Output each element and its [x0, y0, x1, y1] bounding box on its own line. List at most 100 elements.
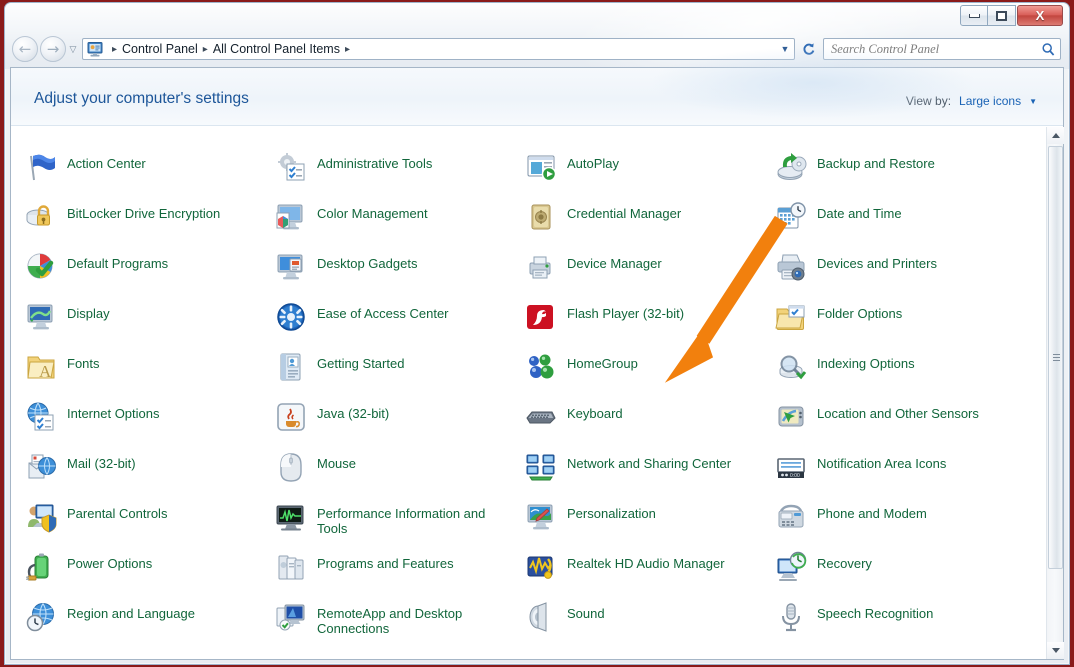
- forward-button[interactable]: →: [40, 36, 66, 62]
- cp-item-label: Recovery: [817, 556, 872, 571]
- cp-item-date-and-time[interactable]: Date and Time: [775, 199, 1045, 249]
- cp-item-backup-and-restore[interactable]: Backup and Restore: [775, 149, 1045, 199]
- cp-item-device-manager[interactable]: Device Manager: [525, 249, 775, 299]
- phone-modem-icon: [775, 501, 807, 533]
- chevron-down-icon[interactable]: ▼: [1029, 97, 1037, 106]
- back-button[interactable]: ←: [12, 36, 38, 62]
- keyboard-icon: [525, 401, 557, 433]
- breadcrumb-separator-0: ▸: [112, 43, 118, 55]
- cp-item-label: Default Programs: [67, 256, 169, 271]
- cp-item-parental-controls[interactable]: Parental Controls: [25, 499, 275, 549]
- remoteapp-icon: [275, 601, 307, 633]
- maximize-button[interactable]: [988, 5, 1016, 26]
- control-panel-window: X ← → ▽ ▸ Control Panel ▸ All Control Pa…: [4, 2, 1070, 665]
- cp-item-credential-manager[interactable]: Credential Manager: [525, 199, 775, 249]
- cp-item-location-and-other-sensors[interactable]: Location and Other Sensors: [775, 399, 1045, 449]
- cp-item-default-programs[interactable]: Default Programs: [25, 249, 275, 299]
- cp-item-mail-32-bit[interactable]: Mail (32-bit): [25, 449, 275, 499]
- page-title: Adjust your computer's settings: [34, 90, 249, 107]
- cp-item-ease-of-access-center[interactable]: Ease of Access Center: [275, 299, 525, 349]
- cp-item-programs-and-features[interactable]: Programs and Features: [275, 549, 525, 599]
- gps-device-icon: [775, 401, 807, 433]
- close-icon: X: [1035, 8, 1045, 23]
- cp-item-performance-information-and-tools[interactable]: Performance Information and Tools: [275, 499, 525, 549]
- triangle-up-icon: [1051, 133, 1060, 138]
- java-coffee-icon: [275, 401, 307, 433]
- view-by-value[interactable]: Large icons: [959, 94, 1021, 108]
- recent-pages-button[interactable]: ▽: [66, 44, 80, 55]
- cp-item-region-and-language[interactable]: Region and Language: [25, 599, 275, 649]
- breadcrumb-all-control-panel-items[interactable]: All Control Panel Items: [213, 42, 340, 56]
- cp-item-phone-and-modem[interactable]: Phone and Modem: [775, 499, 1045, 549]
- cp-item-label: Java (32-bit): [317, 406, 390, 421]
- cp-item-devices-and-printers[interactable]: Devices and Printers: [775, 249, 1045, 299]
- cp-item-label: Flash Player (32-bit): [567, 306, 685, 321]
- cp-item-folder-options[interactable]: Folder Options: [775, 299, 1045, 349]
- backup-disc-arrows-icon: [775, 151, 807, 183]
- cp-item-indexing-options[interactable]: Indexing Options: [775, 349, 1045, 399]
- cp-item-administrative-tools[interactable]: Administrative Tools: [275, 149, 525, 199]
- device-printer-icon: [525, 251, 557, 283]
- cp-item-label: Keyboard: [567, 406, 623, 421]
- vault-icon: [525, 201, 557, 233]
- cp-item-personalization[interactable]: Personalization: [525, 499, 775, 549]
- minimize-button[interactable]: [960, 5, 988, 26]
- cp-item-label: Power Options: [67, 556, 153, 571]
- cp-item-keyboard[interactable]: Keyboard: [525, 399, 775, 449]
- folder-options-icon: [775, 301, 807, 333]
- getting-started-book-icon: [275, 351, 307, 383]
- cp-item-label: Location and Other Sensors: [817, 406, 979, 421]
- cp-item-realtek-hd-audio-manager[interactable]: Realtek HD Audio Manager: [525, 549, 775, 599]
- cp-item-bitlocker-drive-encryption[interactable]: BitLocker Drive Encryption: [25, 199, 275, 249]
- cp-item-sound[interactable]: Sound: [525, 599, 775, 649]
- scrollbar-thumb[interactable]: [1048, 146, 1063, 569]
- cp-item-getting-started[interactable]: Getting Started: [275, 349, 525, 399]
- cp-item-speech-recognition[interactable]: Speech Recognition: [775, 599, 1045, 649]
- control-panel-items-grid: Action Center Administrative Tools AutoPla…: [11, 127, 1046, 649]
- drive-lock-key-icon: [25, 201, 57, 233]
- cp-item-network-and-sharing-center[interactable]: Network and Sharing Center: [525, 449, 775, 499]
- cp-item-desktop-gadgets[interactable]: Desktop Gadgets: [275, 249, 525, 299]
- cp-item-power-options[interactable]: Power Options: [25, 549, 275, 599]
- scroll-down-button[interactable]: [1047, 642, 1064, 659]
- taskbar-notification-icon: 0:00: [775, 451, 807, 483]
- cp-item-label: Action Center: [67, 156, 146, 171]
- svg-text:0:00: 0:00: [790, 473, 800, 479]
- cp-item-label: Performance Information and Tools: [317, 506, 486, 536]
- cp-item-java-32-bit[interactable]: Java (32-bit): [275, 399, 525, 449]
- scroll-up-button[interactable]: [1047, 127, 1064, 144]
- cp-item-label: Programs and Features: [317, 556, 454, 571]
- cp-item-label: Ease of Access Center: [317, 306, 449, 321]
- flash-player-icon: [525, 301, 557, 333]
- breadcrumb-control-panel[interactable]: Control Panel: [122, 42, 198, 56]
- cp-item-label: Administrative Tools: [317, 156, 433, 171]
- breadcrumb-separator-2: ▸: [344, 43, 350, 55]
- close-button[interactable]: X: [1017, 5, 1063, 26]
- cp-item-label: HomeGroup: [567, 356, 638, 371]
- cp-item-remoteapp-and-desktop-connections[interactable]: RemoteApp and Desktop Connections: [275, 599, 525, 649]
- cp-item-label: Fonts: [67, 356, 100, 371]
- cp-item-fonts[interactable]: A Fonts: [25, 349, 275, 399]
- globe-clock-icon: [25, 601, 57, 633]
- cp-item-label: Parental Controls: [67, 506, 168, 521]
- cp-item-label: Notification Area Icons: [817, 456, 947, 471]
- cp-item-flash-player-32-bit[interactable]: Flash Player (32-bit): [525, 299, 775, 349]
- back-arrow-icon: ←: [18, 39, 32, 58]
- cp-item-color-management[interactable]: Color Management: [275, 199, 525, 249]
- flag-icon: [25, 151, 57, 183]
- cp-item-mouse[interactable]: Mouse: [275, 449, 525, 499]
- recovery-clock-icon: [775, 551, 807, 583]
- view-by-control: View by: Large icons ▼: [906, 94, 1037, 108]
- cp-item-action-center[interactable]: Action Center: [25, 149, 275, 199]
- cp-item-recovery[interactable]: Recovery: [775, 549, 1045, 599]
- calendar-clock-icon: [775, 201, 807, 233]
- performance-graph-icon: [275, 501, 307, 533]
- cp-item-autoplay[interactable]: AutoPlay: [525, 149, 775, 199]
- mail-globe-icon: [25, 451, 57, 483]
- cp-item-label: Display: [67, 306, 110, 321]
- cp-item-notification-area-icons[interactable]: 0:00 Notification Area Icons: [775, 449, 1045, 499]
- cp-item-display[interactable]: Display: [25, 299, 275, 349]
- vertical-scrollbar[interactable]: [1046, 127, 1064, 659]
- cp-item-internet-options[interactable]: Internet Options: [25, 399, 275, 449]
- cp-item-homegroup[interactable]: HomeGroup: [525, 349, 775, 399]
